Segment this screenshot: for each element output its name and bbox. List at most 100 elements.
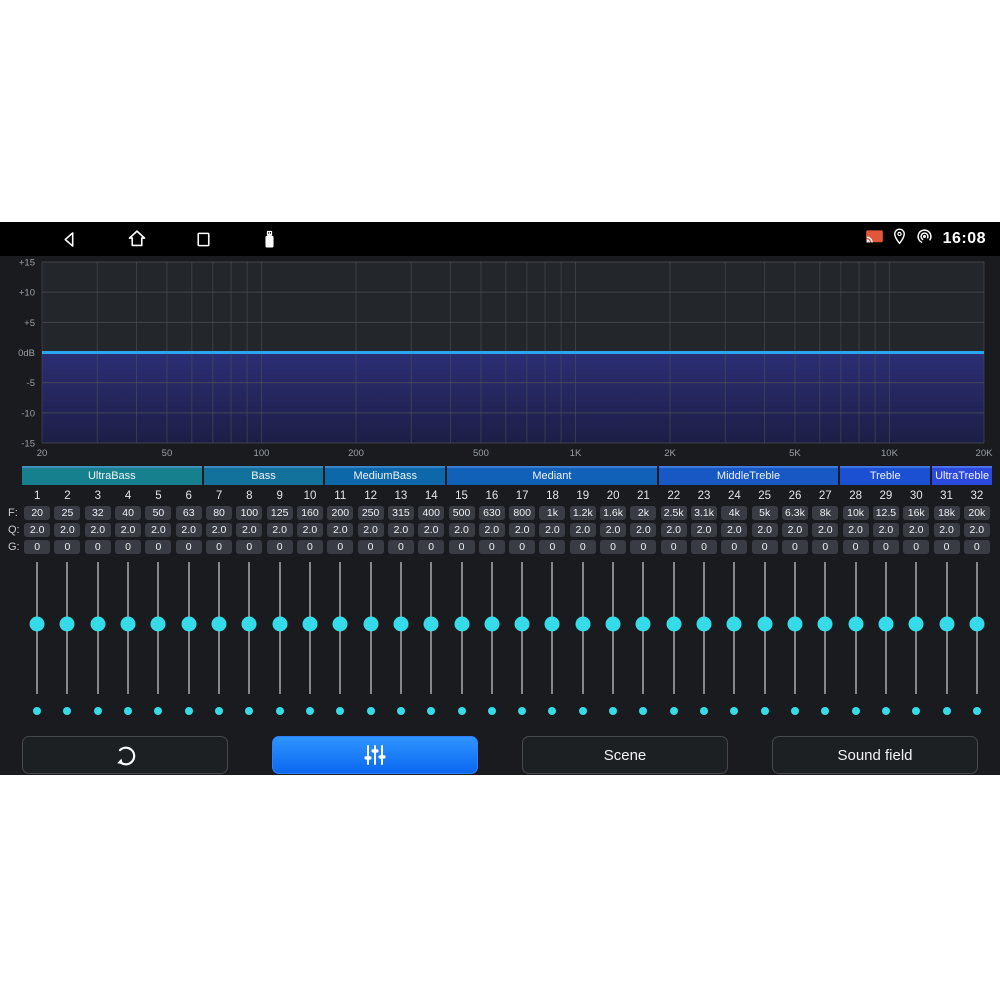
slider-thumb[interactable] <box>909 617 924 632</box>
slider-thumb[interactable] <box>363 617 378 632</box>
reset-button[interactable] <box>22 736 228 774</box>
gain-value-chip[interactable]: 0 <box>449 540 475 554</box>
frequency-value-chip[interactable]: 100 <box>236 506 262 520</box>
band-gain-slider[interactable] <box>355 560 385 700</box>
slider-thumb[interactable] <box>939 617 954 632</box>
gain-value-chip[interactable]: 0 <box>964 540 990 554</box>
band-gain-slider[interactable] <box>810 560 840 700</box>
slider-thumb[interactable] <box>545 617 560 632</box>
slider-thumb[interactable] <box>848 617 863 632</box>
gain-value-chip[interactable]: 0 <box>903 540 929 554</box>
gain-value-chip[interactable]: 0 <box>691 540 717 554</box>
band-gain-slider[interactable] <box>901 560 931 700</box>
gain-value-chip[interactable]: 0 <box>570 540 596 554</box>
gain-value-chip[interactable]: 0 <box>782 540 808 554</box>
q-value-chip[interactable]: 2.0 <box>934 523 960 537</box>
q-value-chip[interactable]: 2.0 <box>661 523 687 537</box>
band-gain-slider[interactable] <box>265 560 295 700</box>
slider-thumb[interactable] <box>697 617 712 632</box>
slider-thumb[interactable] <box>151 617 166 632</box>
frequency-value-chip[interactable]: 400 <box>418 506 444 520</box>
band-gain-slider[interactable] <box>22 560 52 700</box>
slider-thumb[interactable] <box>454 617 469 632</box>
gain-value-chip[interactable]: 0 <box>539 540 565 554</box>
band-gain-slider[interactable] <box>113 560 143 700</box>
slider-thumb[interactable] <box>666 617 681 632</box>
frequency-value-chip[interactable]: 10k <box>843 506 869 520</box>
frequency-value-chip[interactable]: 18k <box>934 506 960 520</box>
frequency-value-chip[interactable]: 6.3k <box>782 506 808 520</box>
scene-button[interactable]: Scene <box>522 736 728 774</box>
band-gain-slider[interactable] <box>234 560 264 700</box>
gain-value-chip[interactable]: 0 <box>115 540 141 554</box>
band-gain-slider[interactable] <box>780 560 810 700</box>
gain-value-chip[interactable]: 0 <box>509 540 535 554</box>
band-gain-slider[interactable] <box>416 560 446 700</box>
frequency-value-chip[interactable]: 63 <box>176 506 202 520</box>
frequency-value-chip[interactable]: 25 <box>54 506 80 520</box>
slider-thumb[interactable] <box>727 617 742 632</box>
slider-thumb[interactable] <box>181 617 196 632</box>
frequency-value-chip[interactable]: 5k <box>752 506 778 520</box>
gain-value-chip[interactable]: 0 <box>358 540 384 554</box>
q-value-chip[interactable]: 2.0 <box>85 523 111 537</box>
slider-thumb[interactable] <box>333 617 348 632</box>
gain-value-chip[interactable]: 0 <box>418 540 444 554</box>
slider-thumb[interactable] <box>121 617 136 632</box>
band-gain-slider[interactable] <box>507 560 537 700</box>
frequency-value-chip[interactable]: 500 <box>449 506 475 520</box>
q-value-chip[interactable]: 2.0 <box>600 523 626 537</box>
frequency-value-chip[interactable]: 4k <box>721 506 747 520</box>
q-value-chip[interactable]: 2.0 <box>570 523 596 537</box>
q-value-chip[interactable]: 2.0 <box>873 523 899 537</box>
gain-value-chip[interactable]: 0 <box>873 540 899 554</box>
slider-thumb[interactable] <box>818 617 833 632</box>
gain-value-chip[interactable]: 0 <box>812 540 838 554</box>
band-gain-slider[interactable] <box>83 560 113 700</box>
band-gain-slider[interactable] <box>446 560 476 700</box>
frequency-value-chip[interactable]: 1.2k <box>570 506 596 520</box>
frequency-value-chip[interactable]: 200 <box>327 506 353 520</box>
q-value-chip[interactable]: 2.0 <box>843 523 869 537</box>
gain-value-chip[interactable]: 0 <box>721 540 747 554</box>
band-gain-slider[interactable] <box>174 560 204 700</box>
frequency-value-chip[interactable]: 125 <box>267 506 293 520</box>
q-value-chip[interactable]: 2.0 <box>358 523 384 537</box>
band-gain-slider[interactable] <box>537 560 567 700</box>
frequency-value-chip[interactable]: 8k <box>812 506 838 520</box>
q-value-chip[interactable]: 2.0 <box>115 523 141 537</box>
q-value-chip[interactable]: 2.0 <box>176 523 202 537</box>
q-value-chip[interactable]: 2.0 <box>479 523 505 537</box>
gain-value-chip[interactable]: 0 <box>388 540 414 554</box>
slider-thumb[interactable] <box>969 617 984 632</box>
gain-value-chip[interactable]: 0 <box>479 540 505 554</box>
q-value-chip[interactable]: 2.0 <box>721 523 747 537</box>
q-value-chip[interactable]: 2.0 <box>964 523 990 537</box>
band-gain-slider[interactable] <box>628 560 658 700</box>
slider-thumb[interactable] <box>757 617 772 632</box>
band-gain-slider[interactable] <box>659 560 689 700</box>
q-value-chip[interactable]: 2.0 <box>782 523 808 537</box>
frequency-value-chip[interactable]: 1k <box>539 506 565 520</box>
q-value-chip[interactable]: 2.0 <box>327 523 353 537</box>
slider-thumb[interactable] <box>636 617 651 632</box>
q-value-chip[interactable]: 2.0 <box>752 523 778 537</box>
back-button[interactable] <box>60 229 81 250</box>
gain-value-chip[interactable]: 0 <box>176 540 202 554</box>
slider-thumb[interactable] <box>878 617 893 632</box>
frequency-value-chip[interactable]: 80 <box>206 506 232 520</box>
slider-thumb[interactable] <box>575 617 590 632</box>
q-value-chip[interactable]: 2.0 <box>812 523 838 537</box>
gain-value-chip[interactable]: 0 <box>630 540 656 554</box>
gain-value-chip[interactable]: 0 <box>843 540 869 554</box>
band-gain-slider[interactable] <box>750 560 780 700</box>
sound-field-button[interactable]: Sound field <box>772 736 978 774</box>
q-value-chip[interactable]: 2.0 <box>236 523 262 537</box>
slider-thumb[interactable] <box>90 617 105 632</box>
band-gain-slider[interactable] <box>386 560 416 700</box>
band-gain-slider[interactable] <box>689 560 719 700</box>
band-gain-slider[interactable] <box>568 560 598 700</box>
gain-value-chip[interactable]: 0 <box>934 540 960 554</box>
slider-thumb[interactable] <box>424 617 439 632</box>
q-value-chip[interactable]: 2.0 <box>206 523 232 537</box>
